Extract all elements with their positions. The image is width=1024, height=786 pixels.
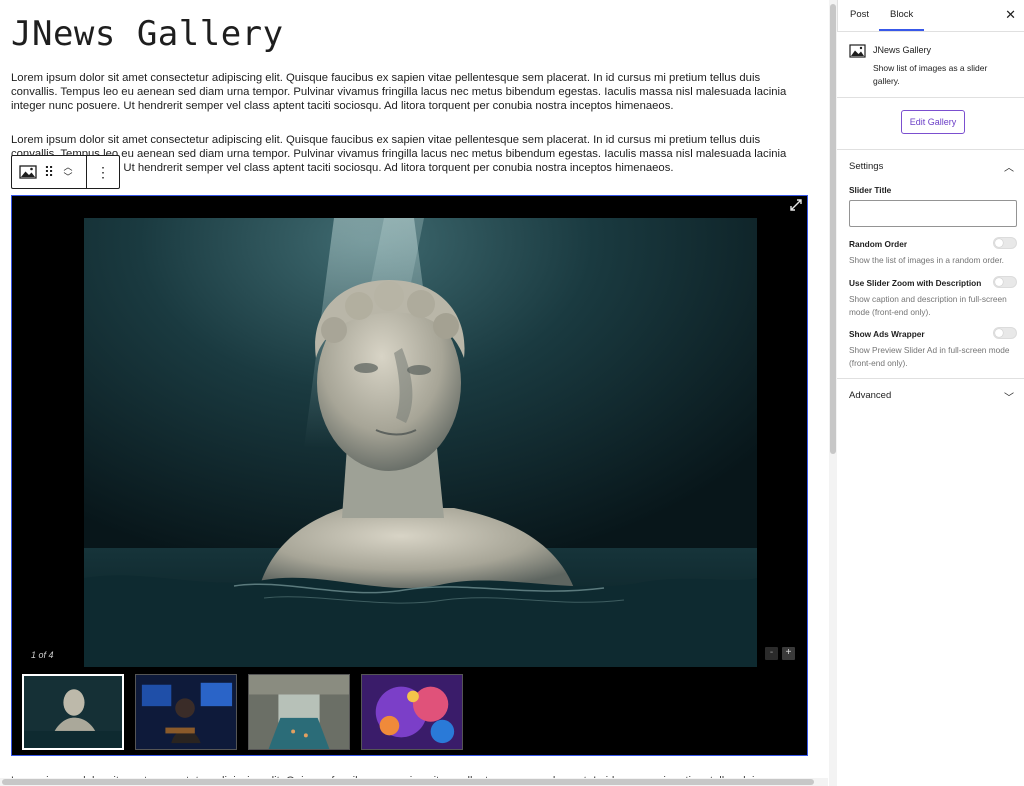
settings-panel: Settings ︿ Slider Title Random Order Sho…	[837, 150, 1024, 378]
close-icon[interactable]: ✕	[1005, 7, 1016, 23]
gallery-icon	[849, 44, 866, 58]
advanced-panel-header[interactable]: Advanced ﹀	[837, 378, 1024, 410]
editor-canvas: JNews Gallery Lorem ipsum dolor sit amet…	[0, 0, 828, 786]
chevron-up-icon: ︿	[1004, 163, 1014, 174]
paragraph-block[interactable]: Lorem ipsum dolor sit amet consectetur a…	[11, 133, 801, 175]
sidebar-empty-area	[837, 410, 1024, 786]
statue-in-water-image	[84, 218, 757, 667]
settings-panel-title: Settings	[849, 161, 884, 172]
block-name: JNews Gallery	[873, 45, 932, 55]
gallery-thumbnail[interactable]	[22, 674, 124, 750]
settings-panel-header[interactable]: Settings ︿	[837, 150, 1024, 182]
fullscreen-icon[interactable]	[789, 199, 803, 213]
ads-wrapper-help: Show Preview Slider Ad in full-screen mo…	[849, 345, 1010, 368]
random-order-label: Random Order	[849, 239, 908, 249]
more-options-button[interactable]: ⋮	[87, 156, 119, 188]
random-order-toggle[interactable]	[993, 237, 1017, 249]
zoom-description-help: Show caption and description in full-scr…	[849, 294, 1007, 317]
block-toolbar: ⠿ ︿ ﹀ ⋮	[11, 155, 120, 189]
scrollbar-thumb[interactable]	[830, 4, 836, 454]
gallery-block[interactable]: 1 of 4 - +	[11, 195, 808, 756]
chevron-up-icon[interactable]: ︿	[63, 162, 72, 172]
block-description: Show list of images as a slider gallery.	[873, 63, 988, 86]
more-vertical-icon: ⋮	[96, 164, 110, 180]
gallery-main-image[interactable]	[84, 218, 757, 667]
move-buttons: ︿ ﹀	[54, 156, 82, 188]
ads-wrapper-toggle[interactable]	[993, 327, 1017, 339]
chevron-down-icon[interactable]: ﹀	[63, 172, 72, 182]
ads-wrapper-label: Show Ads Wrapper	[849, 329, 925, 339]
horizontal-scrollbar[interactable]	[0, 778, 828, 786]
active-tab-indicator	[879, 29, 924, 31]
zoom-out-button[interactable]: -	[765, 647, 778, 660]
gallery-thumbnail[interactable]	[135, 674, 237, 750]
vertical-scrollbar[interactable]	[829, 0, 837, 786]
paragraph-block[interactable]: Lorem ipsum dolor sit amet consectetur a…	[11, 71, 801, 113]
block-card: JNews Gallery Show list of images as a s…	[837, 32, 1024, 98]
edit-gallery-section: Edit Gallery	[837, 98, 1024, 150]
chevron-down-icon: ﹀	[1004, 393, 1014, 404]
drag-handle-icon[interactable]: ⠿	[44, 156, 54, 188]
scrollbar-thumb[interactable]	[2, 779, 814, 785]
tab-block[interactable]: Block	[890, 9, 913, 20]
post-title[interactable]: JNews Gallery	[11, 14, 284, 54]
edit-gallery-button[interactable]: Edit Gallery	[901, 110, 965, 134]
zoom-in-button[interactable]: +	[782, 647, 795, 660]
tab-post[interactable]: Post	[850, 9, 869, 20]
random-order-help: Show the list of images in a random orde…	[849, 255, 1004, 265]
block-type-button[interactable]	[12, 156, 44, 188]
slider-title-input[interactable]	[849, 200, 1017, 227]
advanced-panel-title: Advanced	[849, 390, 892, 401]
thumbnail-strip	[22, 674, 463, 750]
slider-title-label: Slider Title	[849, 185, 892, 195]
zoom-description-label: Use Slider Zoom with Description	[849, 278, 982, 288]
zoom-description-toggle[interactable]	[993, 276, 1017, 288]
gallery-thumbnail[interactable]	[361, 674, 463, 750]
slide-counter: 1 of 4	[31, 650, 54, 660]
gallery-thumbnail[interactable]	[248, 674, 350, 750]
gallery-icon	[19, 165, 37, 179]
sidebar-tabs: Post Block ✕	[838, 0, 1024, 32]
